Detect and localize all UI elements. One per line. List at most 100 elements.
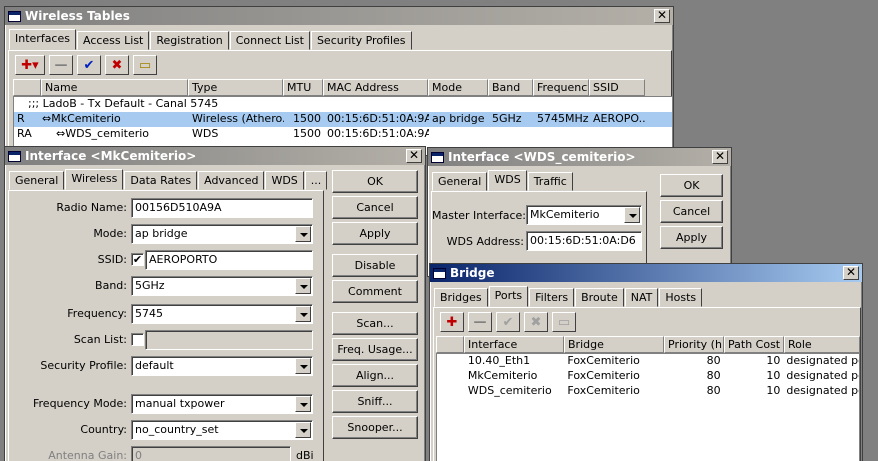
chevron-down-icon[interactable] <box>295 358 311 374</box>
interface-titlebar[interactable]: Interface <MkCemiterio> ✕ <box>5 147 425 165</box>
align-button[interactable]: Align... <box>332 364 418 387</box>
tab-advanced[interactable]: Advanced <box>198 171 265 190</box>
add-button[interactable]: ✚▾ <box>15 55 45 75</box>
cell-flag <box>437 384 465 399</box>
apply-button[interactable]: Apply <box>332 222 418 245</box>
tab-connect-list[interactable]: Connect List <box>229 31 310 50</box>
table-row[interactable]: RA ⇔WDS_cemiterio WDS 1500 00:15:6D:51:0… <box>14 127 672 142</box>
col-interface[interactable]: Interface <box>464 336 564 353</box>
ok-button[interactable]: OK <box>332 170 418 193</box>
chevron-down-icon[interactable] <box>295 278 311 294</box>
tab-traffic[interactable]: Traffic <box>527 172 573 191</box>
col-mac[interactable]: MAC Address <box>323 79 428 96</box>
table-row[interactable]: 10.40_Eth1 FoxCemiterio 80 10 designated… <box>437 354 859 369</box>
tab-general[interactable]: General <box>432 172 488 191</box>
comment-button[interactable]: ▭ <box>133 55 157 75</box>
disable-button[interactable]: ✖ <box>105 55 129 75</box>
col-priority[interactable]: Priority (h... <box>664 336 724 353</box>
disable-button[interactable]: Disable <box>332 254 418 277</box>
window-title: Bridge <box>450 266 495 280</box>
cell-name: ⇔WDS_cemiterio <box>56 127 150 140</box>
tab-general[interactable]: General <box>9 171 65 190</box>
cell-mtu: 1500 <box>293 127 321 140</box>
wireless-tabs: Interfaces Access List Registration Conn… <box>5 29 673 50</box>
tab-nat[interactable]: NAT <box>624 288 659 307</box>
ssid-input[interactable]: AEROPORTO <box>145 250 313 270</box>
cell-priority: 80 <box>706 354 721 367</box>
wds-address-input[interactable]: 00:15:6D:51:0A:D6 <box>526 231 642 251</box>
add-button[interactable]: ✚ <box>440 312 464 332</box>
close-button[interactable]: ✕ <box>406 149 422 163</box>
enable-button[interactable]: ✔ <box>496 312 520 332</box>
table-row[interactable]: R ⇔MkCemiterio Wireless (Athero... 1500 … <box>14 112 672 127</box>
country-select[interactable]: no_country_set <box>131 420 313 440</box>
col-frequency[interactable]: Frequency <box>533 79 589 96</box>
scan-list-checkbox[interactable] <box>131 333 144 346</box>
wireless-tables-window: Wireless Tables ✕ Interfaces Access List… <box>4 6 674 156</box>
cell-band: 5GHz <box>492 112 522 125</box>
enable-button[interactable]: ✔ <box>77 55 101 75</box>
ok-button[interactable]: OK <box>660 174 723 197</box>
col-name[interactable]: Name <box>41 79 188 96</box>
frequency-select[interactable]: 5745 <box>131 304 313 324</box>
col-type[interactable]: Type <box>188 79 283 96</box>
wds-titlebar[interactable]: Interface <WDS_cemiterio> ✕ <box>428 148 731 166</box>
freq-usage-button[interactable]: Freq. Usage... <box>332 338 418 361</box>
remove-button[interactable]: — <box>468 312 492 332</box>
close-button[interactable]: ✕ <box>712 150 728 164</box>
chevron-down-icon[interactable] <box>295 306 311 322</box>
col-band[interactable]: Band <box>488 79 533 96</box>
scan-list-input[interactable] <box>145 330 313 350</box>
master-interface-select[interactable]: MkCemiterio <box>526 205 642 225</box>
scan-button[interactable]: Scan... <box>332 312 418 335</box>
chevron-down-icon[interactable] <box>624 207 640 223</box>
antenna-gain-input[interactable]: 0 <box>131 446 291 461</box>
tab-bridges[interactable]: Bridges <box>434 288 488 307</box>
tab-registration[interactable]: Registration <box>150 31 229 50</box>
tab-hosts[interactable]: Hosts <box>659 288 703 307</box>
ssid-checkbox[interactable]: ✔ <box>131 253 144 266</box>
col-ssid[interactable]: SSID <box>589 79 645 96</box>
tab-security-profiles[interactable]: Security Profiles <box>310 31 412 50</box>
chevron-down-icon[interactable] <box>295 396 311 412</box>
frequency-mode-select[interactable]: manual txpower <box>131 394 313 414</box>
tab-filters[interactable]: Filters <box>529 288 575 307</box>
security-profile-select[interactable]: default <box>131 356 313 376</box>
tab-ports[interactable]: Ports <box>488 286 529 307</box>
sniff-button[interactable]: Sniff... <box>332 390 418 413</box>
tab-more[interactable]: ... <box>304 171 328 190</box>
chevron-down-icon[interactable] <box>295 422 311 438</box>
tab-broute[interactable]: Broute <box>575 288 624 307</box>
tab-data-rates[interactable]: Data Rates <box>124 171 198 190</box>
bridge-titlebar[interactable]: Bridge ✕ <box>430 264 862 282</box>
col-role[interactable]: Role <box>784 336 860 353</box>
col-path-cost[interactable]: Path Cost <box>724 336 784 353</box>
tab-wireless[interactable]: Wireless <box>65 169 124 190</box>
col-bridge[interactable]: Bridge <box>564 336 664 353</box>
band-select[interactable]: 5GHz <box>131 276 313 296</box>
table-comment-row[interactable]: ;;; LadoB - Tx Default - Canal 5745 <box>14 97 672 112</box>
wireless-tables-titlebar[interactable]: Wireless Tables ✕ <box>5 7 673 25</box>
tab-interfaces[interactable]: Interfaces <box>9 29 76 50</box>
table-row[interactable]: WDS_cemiterio FoxCemiterio 80 10 designa… <box>437 384 859 399</box>
snooper-button[interactable]: Snooper... <box>332 416 418 439</box>
col-mtu[interactable]: MTU <box>283 79 323 96</box>
tab-wds[interactable]: WDS <box>488 170 527 191</box>
apply-button[interactable]: Apply <box>660 226 723 249</box>
comment-button[interactable]: Comment <box>332 280 418 303</box>
cancel-button[interactable]: Cancel <box>660 200 723 223</box>
close-button[interactable]: ✕ <box>843 266 859 280</box>
chevron-down-icon[interactable] <box>295 226 311 242</box>
mode-select[interactable]: ap bridge <box>131 224 313 244</box>
table-row[interactable]: MkCemiterio FoxCemiterio 80 10 designate… <box>437 369 859 384</box>
tab-access-list[interactable]: Access List <box>76 31 150 50</box>
comment-button[interactable]: ▭ <box>552 312 576 332</box>
col-mode[interactable]: Mode <box>428 79 488 96</box>
remove-button[interactable]: — <box>49 55 73 75</box>
radio-name-input[interactable]: 00156D510A9A <box>131 198 313 218</box>
disable-button[interactable]: ✖ <box>524 312 548 332</box>
close-button[interactable]: ✕ <box>654 9 670 23</box>
tab-wds[interactable]: WDS <box>265 171 304 190</box>
cell-bridge: FoxCemiterio <box>567 384 640 397</box>
cancel-button[interactable]: Cancel <box>332 196 418 219</box>
